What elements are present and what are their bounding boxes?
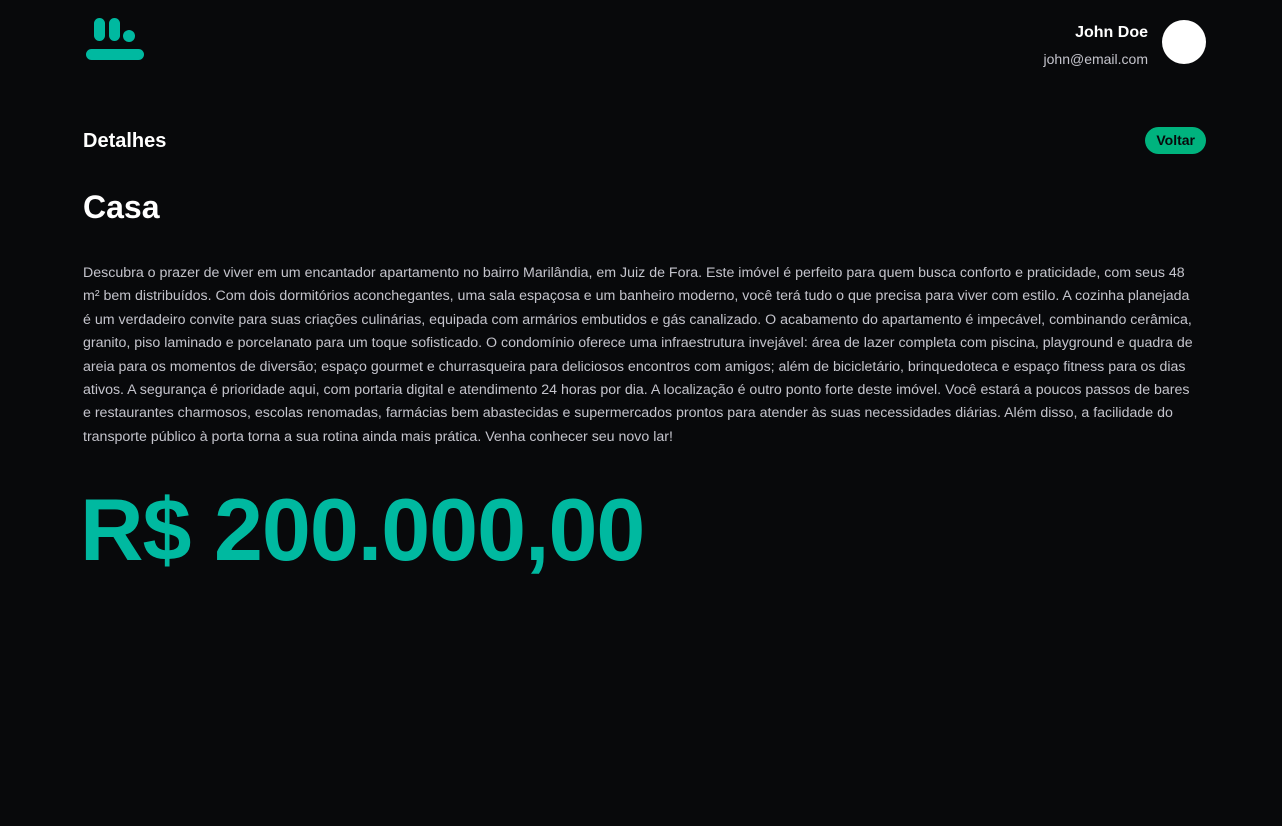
property-price: R$ 200.000,00 bbox=[80, 480, 645, 579]
brand-logo-icon[interactable] bbox=[86, 18, 144, 62]
property-description: Descubra o prazer de viver em um encanta… bbox=[83, 265, 1193, 445]
app-header: John Doe john@email.com bbox=[83, 18, 1206, 68]
user-email: john@email.com bbox=[1043, 51, 1148, 67]
property-title: Casa bbox=[83, 189, 160, 225]
page: John Doe john@email.com Detalhes Voltar … bbox=[0, 0, 1282, 826]
section-title: Detalhes bbox=[83, 130, 167, 152]
back-button[interactable]: Voltar bbox=[1145, 127, 1206, 154]
user-info: John Doe john@email.com bbox=[1044, 22, 1148, 70]
avatar[interactable] bbox=[1162, 20, 1206, 64]
user-name: John Doe bbox=[1075, 24, 1148, 41]
